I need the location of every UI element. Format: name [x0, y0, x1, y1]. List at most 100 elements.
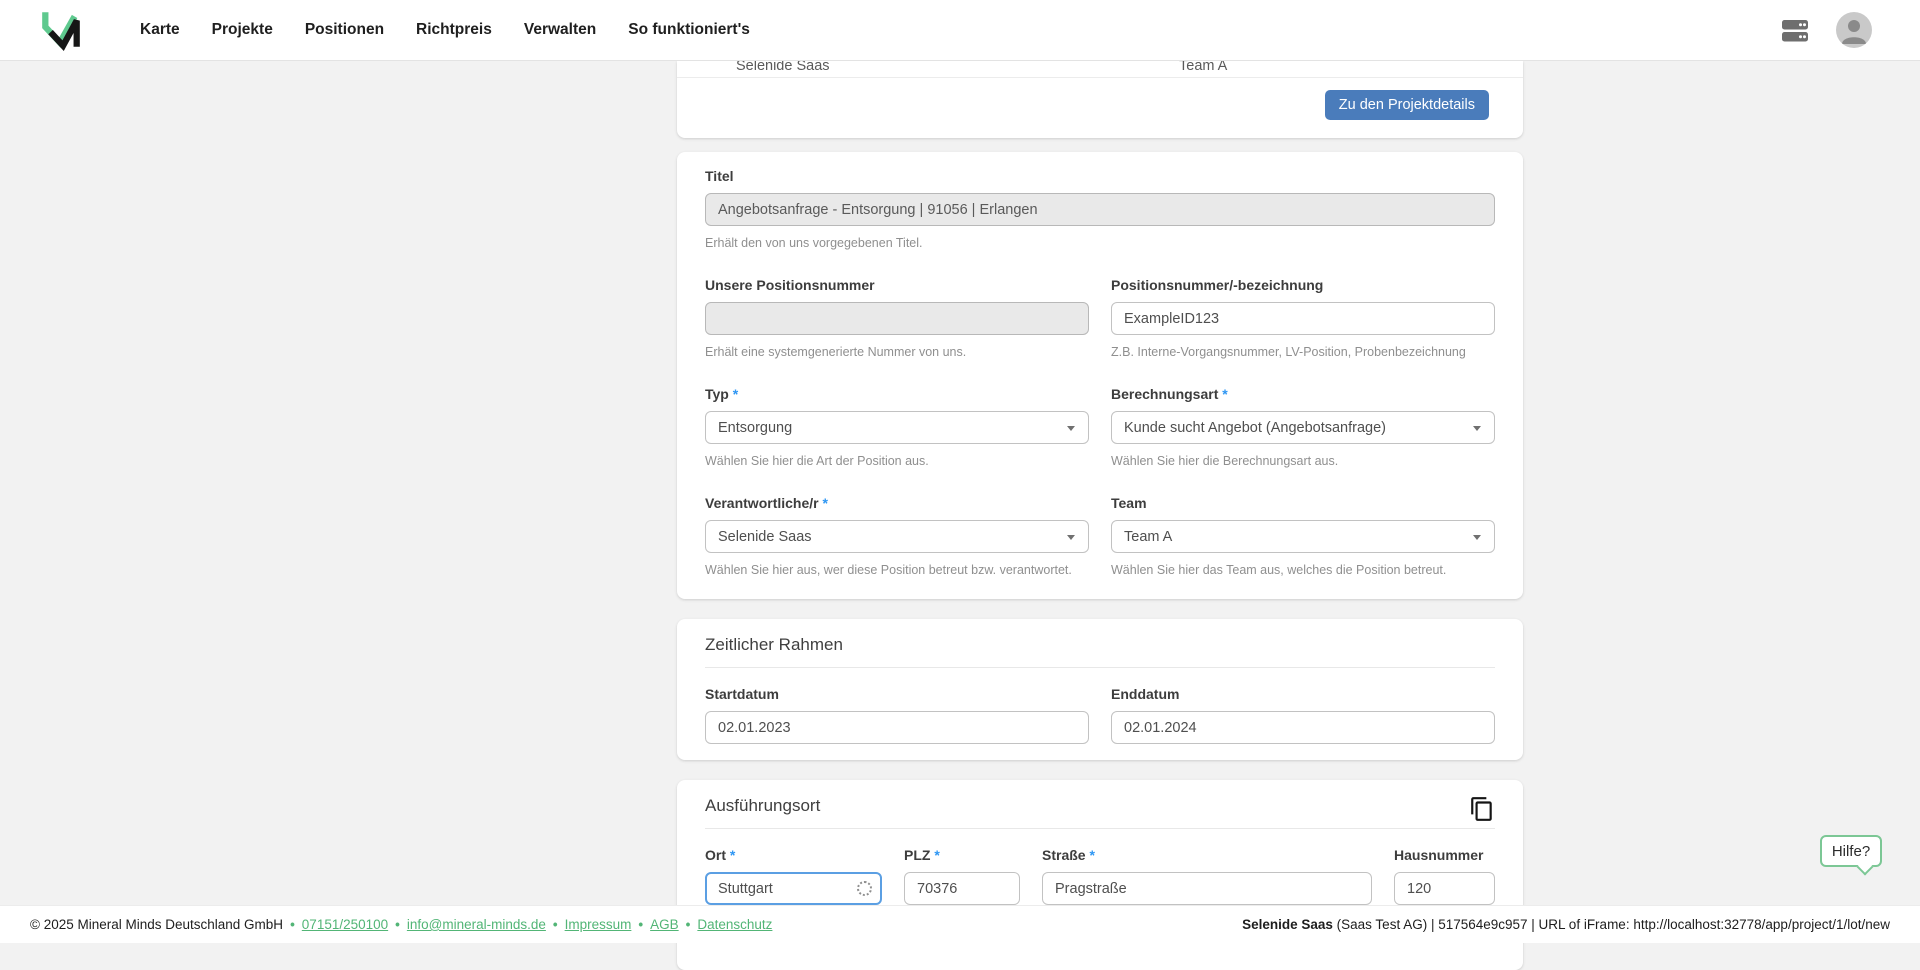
required-marker: * — [733, 386, 738, 402]
ausfuehrungsort-title: Ausführungsort — [705, 796, 820, 816]
footer-session-info: Selenide Saas (Saas Test AG) | 517564e9c… — [1242, 917, 1890, 932]
hausnummer-label: Hausnummer — [1394, 847, 1495, 864]
server-icon[interactable] — [1780, 15, 1810, 45]
field-ort: Ort * — [705, 847, 882, 905]
startdatum-label: Startdatum — [705, 686, 1089, 703]
field-hausnummer: Hausnummer — [1394, 847, 1495, 905]
unsere-positionsnummer-input — [705, 302, 1089, 335]
berechnungsart-select[interactable]: Kunde sucht Angebot (Angebotsanfrage) — [1111, 411, 1495, 444]
position-form-card: Titel Erhält den von uns vorgegebenen Ti… — [677, 152, 1523, 599]
required-marker: * — [934, 847, 939, 863]
nav-item-positionen[interactable]: Positionen — [305, 21, 384, 39]
positionsnummer-input[interactable] — [1111, 302, 1495, 335]
field-typ: Typ * Entsorgung Wählen Sie hier die Art… — [705, 386, 1089, 469]
verantwortliche-helper: Wählen Sie hier aus, wer diese Position … — [705, 563, 1089, 578]
field-startdatum: Startdatum — [705, 686, 1089, 744]
field-titel: Titel Erhält den von uns vorgegebenen Ti… — [705, 168, 1495, 251]
nav-item-so-funktionierts[interactable]: So funktioniert's — [628, 21, 750, 39]
top-navbar: Karte Projekte Positionen Richtpreis Ver… — [0, 0, 1920, 61]
separator-dot: • — [290, 917, 295, 932]
ort-input[interactable] — [705, 872, 882, 905]
berechnungsart-helper: Wählen Sie hier die Berechnungsart aus. — [1111, 454, 1495, 469]
footer-email-link[interactable]: info@mineral-minds.de — [407, 917, 546, 932]
project-responsible-value: Selenide Saas — [736, 61, 830, 76]
main-navigation: Karte Projekte Positionen Richtpreis Ver… — [140, 21, 750, 39]
chevron-down-icon — [1473, 426, 1481, 431]
typ-select-value: Entsorgung — [718, 420, 792, 436]
positionsnummer-helper: Z.B. Interne-Vorgangsnummer, LV-Position… — [1111, 345, 1495, 360]
field-verantwortliche: Verantwortliche/r * Selenide Saas Wählen… — [705, 495, 1089, 578]
plz-label: PLZ * — [904, 847, 1020, 864]
chevron-down-icon — [1067, 426, 1075, 431]
speech-bubble-tail — [1857, 859, 1874, 876]
chevron-down-icon — [1067, 535, 1075, 540]
field-team: Team Team A Wählen Sie hier das Team aus… — [1111, 495, 1495, 578]
project-team-value: Team A — [1179, 61, 1227, 76]
required-marker: * — [1222, 386, 1227, 402]
divider — [705, 828, 1495, 829]
titel-input — [705, 193, 1495, 226]
unsere-positionsnummer-label: Unsere Positionsnummer — [705, 277, 1089, 294]
loading-spinner-icon — [857, 881, 872, 896]
berechnungsart-select-value: Kunde sucht Angebot (Angebotsanfrage) — [1124, 420, 1386, 436]
navbar-right — [1780, 12, 1872, 48]
footer-user-name: Selenide Saas — [1242, 917, 1333, 932]
separator-dot: • — [638, 917, 643, 932]
required-marker: * — [822, 495, 827, 511]
field-unsere-positionsnummer: Unsere Positionsnummer Erhält eine syste… — [705, 277, 1089, 360]
divider — [705, 667, 1495, 668]
field-positionsnummer: Positionsnummer/-bezeichnung Z.B. Intern… — [1111, 277, 1495, 360]
enddatum-label: Enddatum — [1111, 686, 1495, 703]
content-area: Selenide Saas Team A Zu den Projektdetai… — [677, 61, 1523, 970]
footer-impressum-link[interactable]: Impressum — [565, 917, 632, 932]
positionsnummer-label: Positionsnummer/-bezeichnung — [1111, 277, 1495, 294]
titel-label: Titel — [705, 168, 1495, 185]
zeitlicher-rahmen-title: Zeitlicher Rahmen — [705, 635, 1495, 655]
nav-item-karte[interactable]: Karte — [140, 21, 180, 39]
team-select[interactable]: Team A — [1111, 520, 1495, 553]
typ-select[interactable]: Entsorgung — [705, 411, 1089, 444]
plz-input[interactable] — [904, 872, 1020, 905]
unsere-positionsnummer-helper: Erhält eine systemgenerierte Nummer von … — [705, 345, 1089, 360]
footer-datenschutz-link[interactable]: Datenschutz — [697, 917, 772, 932]
team-label: Team — [1111, 495, 1495, 512]
strasse-label: Straße * — [1042, 847, 1372, 864]
nav-item-projekte[interactable]: Projekte — [212, 21, 273, 39]
verantwortliche-select-value: Selenide Saas — [718, 529, 812, 545]
separator-dot: • — [686, 917, 691, 932]
field-strasse: Straße * — [1042, 847, 1372, 905]
typ-helper: Wählen Sie hier die Art der Position aus… — [705, 454, 1089, 469]
project-summary-card: Selenide Saas Team A Zu den Projektdetai… — [677, 61, 1523, 138]
required-marker: * — [730, 847, 735, 863]
hausnummer-input[interactable] — [1394, 872, 1495, 905]
footer-phone-link[interactable]: 07151/250100 — [302, 917, 388, 932]
chevron-down-icon — [1473, 535, 1481, 540]
strasse-input[interactable] — [1042, 872, 1372, 905]
titel-helper: Erhält den von uns vorgegebenen Titel. — [705, 236, 1495, 251]
nav-item-verwalten[interactable]: Verwalten — [524, 21, 596, 39]
app-logo-icon[interactable] — [38, 8, 84, 52]
project-details-button[interactable]: Zu den Projektdetails — [1325, 90, 1489, 120]
required-marker: * — [1089, 847, 1094, 863]
typ-label: Typ * — [705, 386, 1089, 403]
ort-label: Ort * — [705, 847, 882, 864]
zeitlicher-rahmen-card: Zeitlicher Rahmen Startdatum Enddatum — [677, 619, 1523, 760]
footer: © 2025 Mineral Minds Deutschland GmbH • … — [0, 905, 1920, 943]
verantwortliche-label: Verantwortliche/r * — [705, 495, 1089, 512]
separator-dot: • — [395, 917, 400, 932]
footer-user-details: (Saas Test AG) | 517564e9c957 | URL of i… — [1333, 917, 1890, 932]
footer-agb-link[interactable]: AGB — [650, 917, 679, 932]
verantwortliche-select[interactable]: Selenide Saas — [705, 520, 1089, 553]
help-button[interactable]: Hilfe? — [1820, 835, 1882, 867]
startdatum-input[interactable] — [705, 711, 1089, 744]
copyright-text: © 2025 Mineral Minds Deutschland GmbH — [30, 917, 283, 932]
enddatum-input[interactable] — [1111, 711, 1495, 744]
copy-icon[interactable] — [1469, 796, 1495, 822]
nav-item-richtpreis[interactable]: Richtpreis — [416, 21, 492, 39]
help-button-label: Hilfe? — [1832, 843, 1870, 860]
project-summary-row: Selenide Saas Team A — [677, 61, 1523, 77]
user-avatar[interactable] — [1836, 12, 1872, 48]
field-enddatum: Enddatum — [1111, 686, 1495, 744]
berechnungsart-label: Berechnungsart * — [1111, 386, 1495, 403]
team-select-value: Team A — [1124, 529, 1172, 545]
